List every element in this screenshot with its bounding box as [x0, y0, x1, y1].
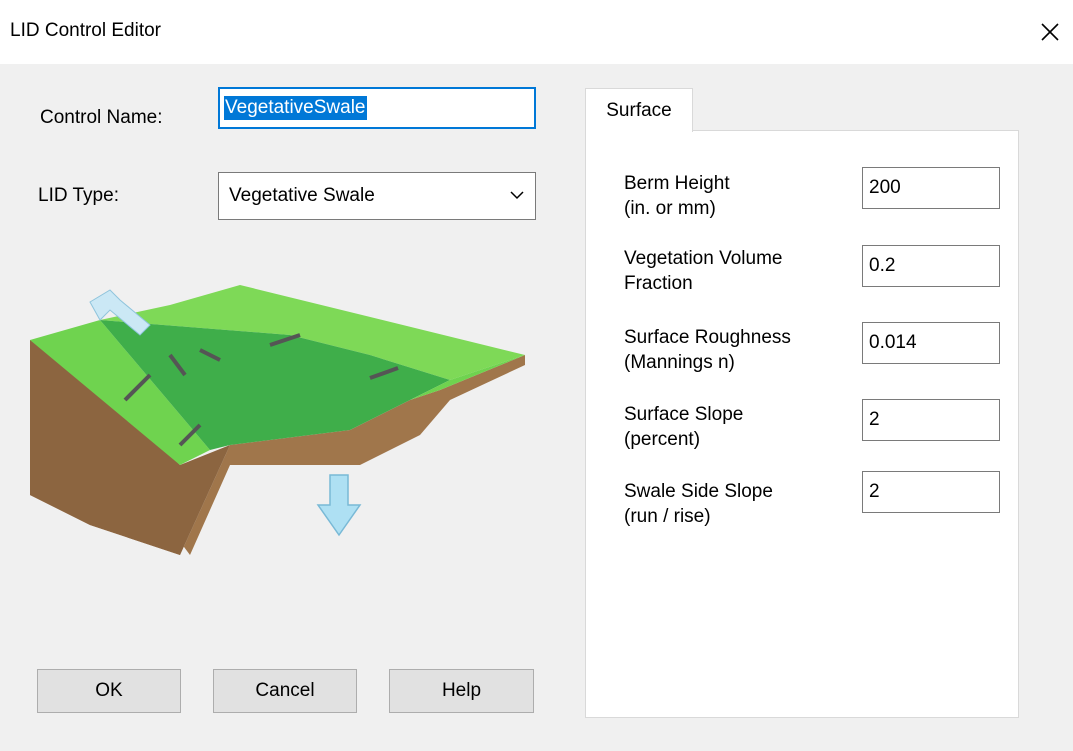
surface-roughness-input[interactable]: 0.014: [862, 322, 1000, 364]
lid-type-label: LID Type:: [38, 185, 119, 206]
vegetative-swale-illustration: [30, 285, 525, 555]
berm-height-input[interactable]: 200: [862, 167, 1000, 209]
close-button[interactable]: [1030, 12, 1070, 52]
close-icon: [1041, 23, 1059, 41]
window-title: LID Control Editor: [10, 20, 162, 41]
help-button[interactable]: Help: [389, 669, 534, 713]
tab-surface[interactable]: Surface: [585, 88, 693, 132]
control-name-label: Control Name:: [40, 107, 163, 128]
chevron-down-icon: [510, 191, 524, 200]
vegetation-volume-input[interactable]: 0.2: [862, 245, 1000, 287]
surface-slope-input[interactable]: 2: [862, 399, 1000, 441]
control-name-value: VegetativeSwale: [224, 96, 367, 120]
param-label-berm-height: Berm Height (in. or mm): [624, 173, 730, 219]
param-label-vegetation-volume: Vegetation Volume Fraction: [624, 248, 783, 294]
control-name-input[interactable]: VegetativeSwale: [218, 87, 536, 129]
title-bar: LID Control Editor: [0, 0, 1073, 64]
ok-button[interactable]: OK: [37, 669, 181, 713]
swale-side-slope-input[interactable]: 2: [862, 471, 1000, 513]
lid-type-value: Vegetative Swale: [229, 185, 375, 206]
cancel-button[interactable]: Cancel: [213, 669, 357, 713]
param-label-surface-slope: Surface Slope (percent): [624, 404, 744, 450]
param-label-surface-roughness: Surface Roughness (Mannings n): [624, 327, 791, 373]
param-label-swale-side-slope: Swale Side Slope (run / rise): [624, 481, 773, 527]
lid-type-select[interactable]: Vegetative Swale: [218, 172, 536, 220]
